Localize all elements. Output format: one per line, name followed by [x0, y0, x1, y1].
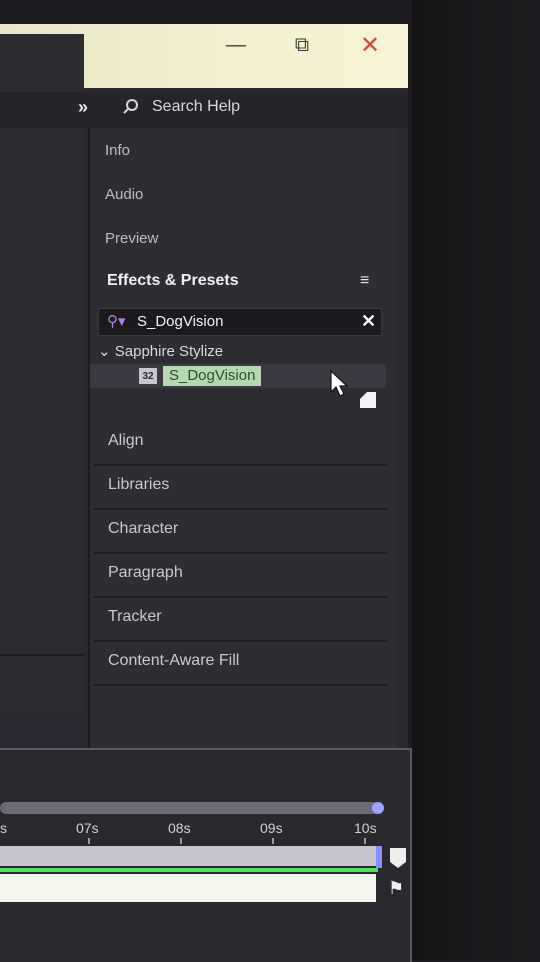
- timeline-zoom-handle[interactable]: [372, 802, 384, 814]
- panel-paragraph-label: Paragraph: [108, 564, 183, 581]
- panel-character-label: Character: [108, 520, 179, 537]
- panel-divider: [0, 654, 84, 656]
- ruler-label: s: [0, 820, 7, 836]
- panel-libraries[interactable]: Libraries: [94, 464, 388, 510]
- folder-sapphire-stylize[interactable]: ⌄ Sapphire Stylize: [98, 342, 223, 360]
- clear-search-icon[interactable]: ✕: [361, 311, 376, 332]
- panel-tracker[interactable]: Tracker: [94, 596, 388, 642]
- ruler-tick: [272, 838, 274, 844]
- tab-audio[interactable]: Audio: [105, 186, 143, 203]
- ruler-label: 07s: [76, 820, 99, 836]
- close-button[interactable]: ✕: [350, 30, 390, 60]
- drag-document-icon: [360, 392, 376, 408]
- panel-tracker-label: Tracker: [108, 608, 162, 625]
- effects-presets-title[interactable]: Effects & Presets: [107, 272, 239, 290]
- panel-libraries-label: Libraries: [108, 476, 170, 493]
- folder-label: Sapphire Stylize: [114, 343, 224, 360]
- ruler-label: 08s: [168, 820, 191, 836]
- ruler-tick: [180, 838, 182, 844]
- maximize-button[interactable]: ⧉: [282, 30, 322, 60]
- monitor-bezel: [412, 0, 540, 960]
- effects-search-value: S_DogVision: [137, 313, 224, 330]
- render-status-bar: [0, 868, 378, 872]
- layer-options-icon[interactable]: ⚑: [388, 878, 404, 899]
- panel-align-label: Align: [108, 432, 144, 449]
- panel-content-aware-fill[interactable]: Content-Aware Fill: [94, 640, 388, 686]
- workspace-overflow-icon[interactable]: »: [78, 97, 88, 118]
- left-panel: [0, 34, 84, 714]
- tab-preview[interactable]: Preview: [105, 230, 158, 247]
- panel-align[interactable]: Align: [94, 420, 388, 466]
- layer-duration-bar[interactable]: [0, 874, 376, 902]
- mouse-cursor-icon: [330, 370, 349, 397]
- ruler-tick: [88, 838, 90, 844]
- minimize-button[interactable]: —: [216, 30, 256, 60]
- effect-item-label: S_DogVision: [163, 366, 262, 386]
- effect-badge-icon: 32: [139, 368, 157, 384]
- timeline-panel: s 07s 08s 09s 10s ⚑: [0, 748, 412, 962]
- ruler-tick: [364, 838, 366, 844]
- search-icon[interactable]: ⚲▾: [107, 312, 126, 330]
- ruler-label: 10s: [354, 820, 377, 836]
- panel-character[interactable]: Character: [94, 508, 388, 554]
- search-help-field[interactable]: Search Help: [122, 98, 240, 116]
- work-area-bar[interactable]: [0, 846, 378, 866]
- effects-search-input[interactable]: ⚲▾ S_DogVision ✕: [98, 308, 382, 336]
- work-area-end-handle[interactable]: [376, 846, 382, 868]
- playhead-marker-icon[interactable]: [390, 848, 406, 868]
- timeline-zoom-bar[interactable]: [0, 802, 380, 814]
- panel-content-aware-fill-label: Content-Aware Fill: [108, 652, 240, 669]
- ruler-label: 09s: [260, 820, 283, 836]
- tab-info[interactable]: Info: [105, 142, 130, 159]
- panel-paragraph[interactable]: Paragraph: [94, 552, 388, 598]
- search-icon: [123, 99, 138, 114]
- search-help-label: Search Help: [152, 98, 241, 115]
- panel-menu-icon[interactable]: ≡: [360, 272, 369, 290]
- chevron-down-icon[interactable]: ⌄: [98, 343, 111, 360]
